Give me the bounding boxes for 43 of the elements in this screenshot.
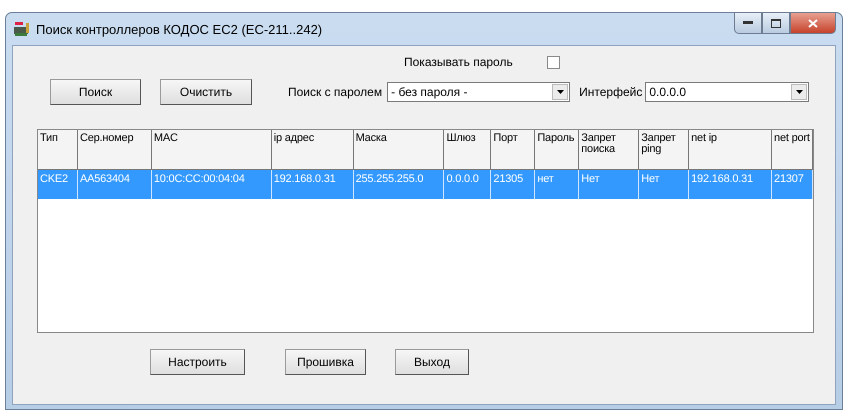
column-header[interactable]: Пароль <box>535 130 580 169</box>
close-button[interactable] <box>790 12 836 34</box>
maximize-icon <box>771 18 781 28</box>
column-header[interactable]: Запрет ping <box>639 130 690 169</box>
column-header[interactable]: Шлюз <box>444 130 492 169</box>
column-header[interactable]: Порт <box>491 130 536 169</box>
table-cell: 0.0.0.0 <box>444 170 492 199</box>
table-cell: 10:0C:CC:00:04:04 <box>152 170 272 199</box>
table-cell: 192.168.0.31 <box>689 170 772 199</box>
table-cell: 21307 <box>772 170 813 199</box>
interface-dropdown[interactable]: 0.0.0.0 <box>645 82 810 102</box>
show-password-checkbox[interactable] <box>546 56 560 68</box>
column-header[interactable]: MAC <box>152 130 272 169</box>
maximize-button[interactable] <box>762 12 790 34</box>
interface-label: Интерфейс <box>579 85 642 99</box>
password-search-label: Поиск с паролем <box>288 85 382 99</box>
column-header[interactable]: Маска <box>354 130 444 169</box>
table-cell: CKE2 <box>38 170 78 199</box>
configure-button[interactable]: Настроить <box>150 349 245 375</box>
column-header[interactable]: net ip <box>689 130 772 169</box>
minimize-icon <box>743 21 753 25</box>
clear-button[interactable]: Очистить <box>160 79 252 105</box>
column-header[interactable]: net port <box>772 130 813 169</box>
app-icon <box>12 21 30 37</box>
password-dropdown[interactable]: - без пароля - <box>387 82 570 102</box>
column-header[interactable]: Тип <box>38 130 78 169</box>
column-header[interactable]: ip адрес <box>272 130 354 169</box>
column-header[interactable]: Сер.номер <box>78 130 152 169</box>
table-cell: AA563404 <box>78 170 152 199</box>
table-cell: 21305 <box>491 170 536 199</box>
minimize-button[interactable] <box>734 12 762 34</box>
table-cell: Нет <box>639 170 690 199</box>
close-icon <box>808 18 818 28</box>
table-cell: нет <box>535 170 580 199</box>
firmware-button[interactable]: Прошивка <box>285 349 366 375</box>
window-title: Поиск контроллеров КОДОС EC2 (EC-211..242) <box>36 22 324 36</box>
search-button[interactable]: Поиск <box>50 79 141 105</box>
column-header[interactable]: Запрет поиска <box>579 130 640 169</box>
table-cell: 192.168.0.31 <box>272 170 354 199</box>
table-cell: 255.255.255.0 <box>354 170 444 199</box>
exit-button[interactable]: Выход <box>395 349 469 375</box>
show-password-label: Показывать пароль <box>404 55 513 69</box>
table-cell: Нет <box>579 170 640 199</box>
